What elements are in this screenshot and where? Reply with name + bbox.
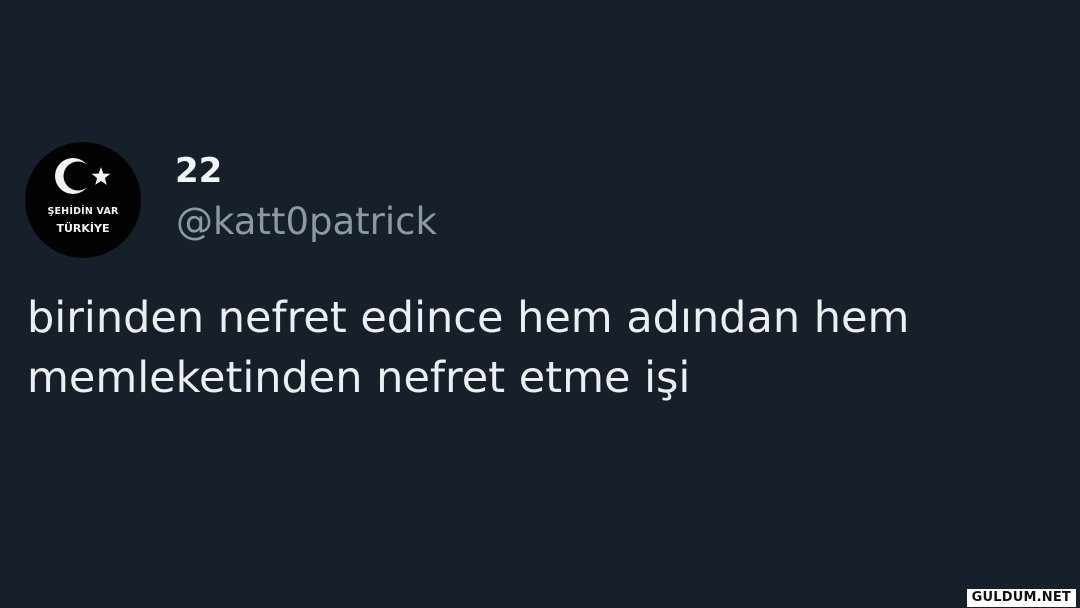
- user-handle[interactable]: @katt0patrick: [176, 199, 437, 245]
- tweet-text-line: memleketinden nefret etme işi: [27, 353, 691, 403]
- tweet-card: ŞEHİDİN VAR TÜRKİYE 22 @katt0patrick bir…: [0, 0, 1080, 608]
- display-name[interactable]: 22: [175, 150, 222, 192]
- avatar-caption-line2: TÜRKİYE: [56, 222, 110, 235]
- crescent-star-icon: [55, 158, 111, 194]
- watermark: GULDUM.NET: [966, 589, 1076, 607]
- avatar-caption-line1: ŞEHİDİN VAR: [47, 206, 119, 217]
- tweet-text-line: birinden nefret edince hem adından hem: [27, 293, 910, 343]
- tweet-text: birinden nefret edince hem adından hem m…: [27, 288, 1067, 408]
- avatar[interactable]: ŞEHİDİN VAR TÜRKİYE: [25, 142, 141, 258]
